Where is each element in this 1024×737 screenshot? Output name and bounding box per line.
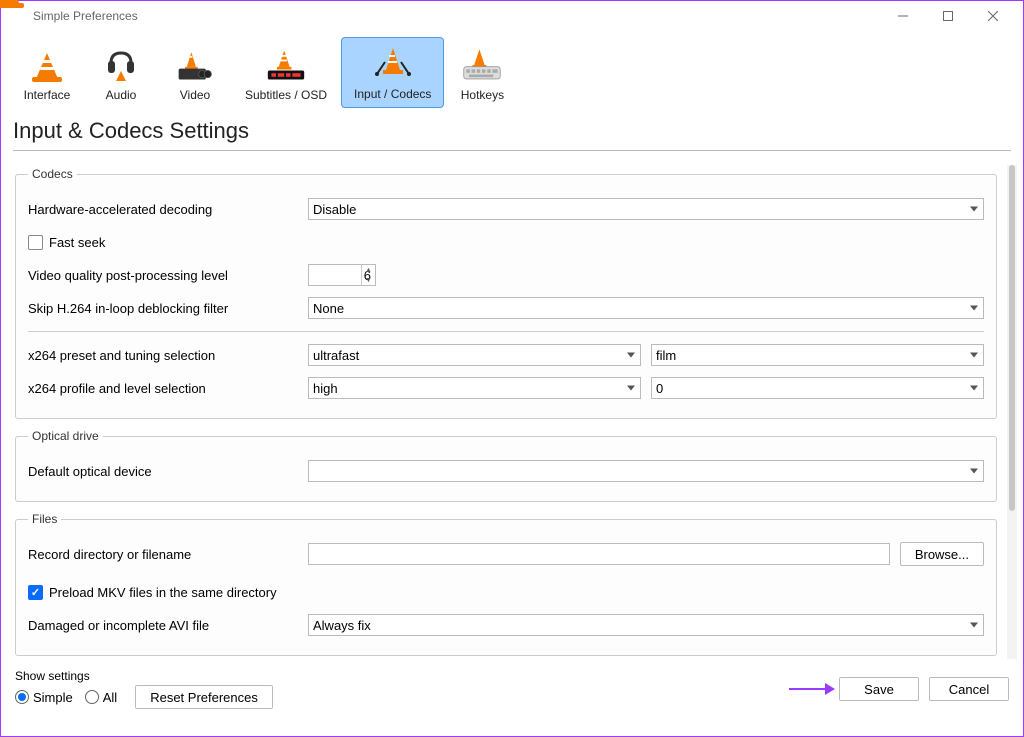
save-button[interactable]: Save — [839, 677, 919, 701]
x264-preset-select[interactable]: ultrafast — [308, 344, 641, 366]
post-proc-label: Video quality post-processing level — [28, 268, 298, 283]
x264-level-select[interactable]: 0 — [651, 377, 984, 399]
x264-tuning-select[interactable]: film — [651, 344, 984, 366]
deblock-select[interactable]: None — [308, 297, 984, 319]
deblock-label: Skip H.264 in-loop deblocking filter — [28, 301, 298, 316]
tab-subtitles[interactable]: Subtitles / OSD — [233, 39, 339, 108]
x264-preset-label: x264 preset and tuning selection — [28, 348, 298, 363]
optical-legend: Optical drive — [28, 429, 103, 443]
page-title: Input & Codecs Settings — [1, 108, 1023, 150]
show-settings-label: Show settings — [15, 669, 273, 683]
subtitles-icon — [266, 45, 306, 85]
minimize-button[interactable] — [880, 1, 925, 31]
settings-scroll-area: Codecs Hardware-accelerated decoding Dis… — [1, 159, 1007, 659]
reset-preferences-button[interactable]: Reset Preferences — [135, 685, 273, 709]
files-legend: Files — [28, 512, 61, 526]
interface-icon — [27, 45, 67, 85]
fast-seek-checkbox[interactable]: Fast seek — [28, 235, 105, 250]
tab-label: Subtitles / OSD — [245, 88, 327, 102]
cancel-button[interactable]: Cancel — [929, 677, 1009, 701]
window-title: Simple Preferences — [33, 9, 880, 23]
hw-decoding-label: Hardware-accelerated decoding — [28, 202, 298, 217]
optical-group: Optical drive Default optical device — [15, 429, 997, 502]
tab-label: Input / Codecs — [354, 87, 431, 101]
radio-simple[interactable]: Simple — [15, 690, 73, 705]
spinner-buttons[interactable]: ▲▼ — [361, 265, 375, 285]
tab-label: Audio — [106, 88, 137, 102]
default-optical-select[interactable] — [308, 460, 984, 482]
tab-label: Video — [180, 88, 210, 102]
avi-label: Damaged or incomplete AVI file — [28, 618, 298, 633]
tab-hotkeys[interactable]: Hotkeys — [446, 39, 518, 108]
record-dir-input[interactable] — [308, 543, 890, 565]
divider — [28, 331, 984, 332]
codecs-group: Codecs Hardware-accelerated decoding Dis… — [15, 167, 997, 419]
footer: Show settings Simple All Reset Preferenc… — [1, 659, 1023, 717]
preload-mkv-checkbox[interactable]: Preload MKV files in the same directory — [28, 585, 277, 600]
tab-label: Interface — [24, 88, 71, 102]
hotkeys-icon — [462, 45, 502, 85]
default-optical-label: Default optical device — [28, 464, 298, 479]
tab-label: Hotkeys — [461, 88, 504, 102]
tab-input-codecs[interactable]: Input / Codecs — [341, 37, 444, 108]
audio-icon — [101, 45, 141, 85]
video-icon — [175, 45, 215, 85]
record-dir-label: Record directory or filename — [28, 547, 298, 562]
tab-video[interactable]: Video — [159, 39, 231, 108]
title-divider — [13, 150, 1011, 151]
vlc-app-icon — [9, 8, 25, 24]
close-button[interactable] — [970, 1, 1015, 31]
tab-audio[interactable]: Audio — [85, 39, 157, 108]
files-group: Files Record directory or filename Brows… — [15, 512, 997, 656]
vertical-scrollbar[interactable] — [1007, 165, 1017, 659]
x264-profile-select[interactable]: high — [308, 377, 641, 399]
hw-decoding-select[interactable]: Disable — [308, 198, 984, 220]
browse-button[interactable]: Browse... — [900, 542, 984, 566]
category-tabs: Interface Audio Video Subtitles / OSD In… — [1, 31, 1023, 108]
titlebar: Simple Preferences — [1, 1, 1023, 31]
radio-all[interactable]: All — [85, 690, 117, 705]
maximize-button[interactable] — [925, 1, 970, 31]
x264-profile-label: x264 profile and level selection — [28, 381, 298, 396]
avi-select[interactable]: Always fix — [308, 614, 984, 636]
fast-seek-label: Fast seek — [49, 235, 105, 250]
preload-mkv-label: Preload MKV files in the same directory — [49, 585, 277, 600]
arrow-annotation-icon — [789, 681, 835, 697]
tab-interface[interactable]: Interface — [11, 39, 83, 108]
codecs-legend: Codecs — [28, 167, 77, 181]
input-codecs-icon — [373, 44, 413, 84]
